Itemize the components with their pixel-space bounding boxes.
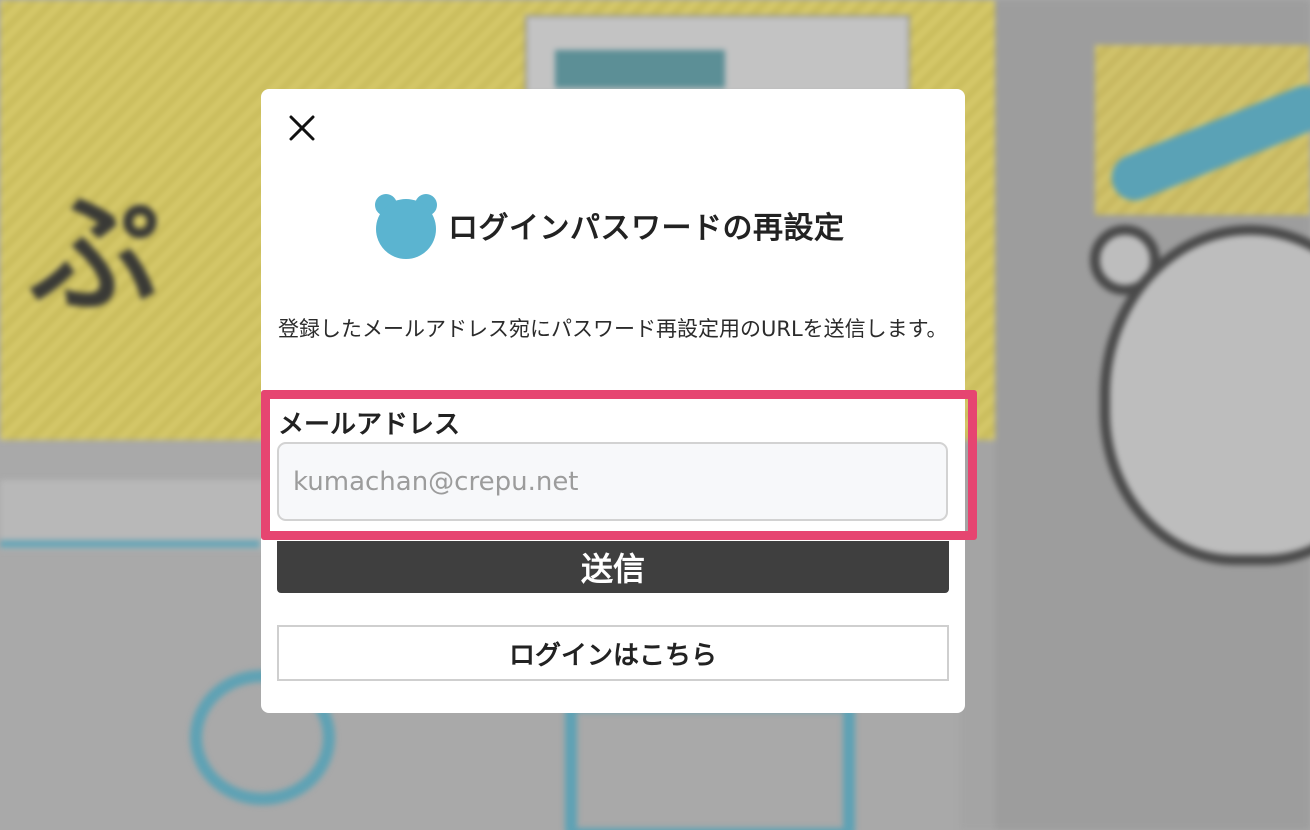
bear-icon [375,194,437,259]
login-link-button[interactable]: ログインはこちら [277,625,949,681]
email-label: メールアドレス [278,410,461,440]
password-reset-modal [261,89,965,713]
submit-button[interactable]: 送信 [277,541,949,593]
close-button[interactable] [286,112,318,144]
background-divider [960,440,1000,830]
background-document-bar [555,50,725,88]
modal-title: ログインパスワードの再設定 [448,211,845,246]
modal-header: ログインパスワードの再設定 [374,190,845,260]
modal-description: 登録したメールアドレス宛にパスワード再設定用のURLを送信します。 [278,317,948,341]
close-icon [289,115,315,141]
background-device-art [565,700,855,830]
background-line [0,540,260,548]
email-input[interactable] [277,442,948,521]
background-logo-art: ぷ [30,179,161,331]
screen: ぷ ログインパスワードの再設定 登録したメールアドレス宛にパスワード再設定用のU… [0,0,1310,830]
